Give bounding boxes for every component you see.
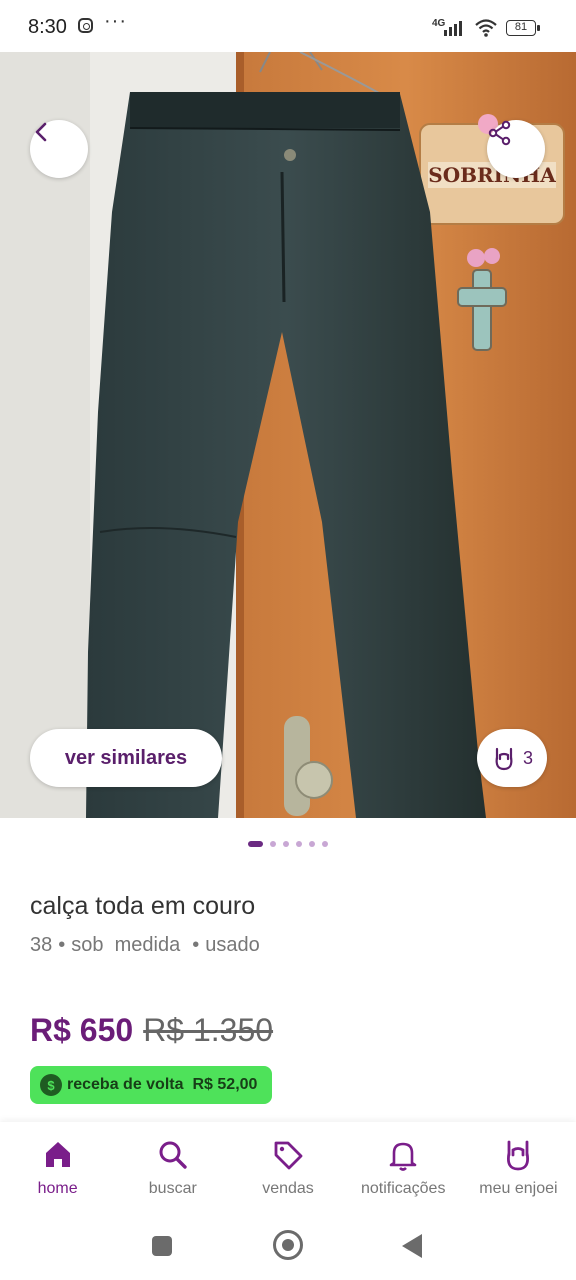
likes-button[interactable]: 3 (477, 729, 547, 787)
share-button[interactable] (487, 120, 545, 178)
rock-hand-icon (507, 1140, 530, 1171)
home-icon (45, 1142, 70, 1167)
bell-icon (389, 1142, 417, 1171)
nav-label-sales: vendas (262, 1180, 314, 1197)
tag-icon (274, 1141, 303, 1170)
pager-dot[interactable] (283, 841, 289, 847)
product-photo: SOBRINHA (0, 52, 576, 818)
system-home-button[interactable] (273, 1230, 303, 1260)
wifi-icon (475, 19, 497, 37)
back-button[interactable] (30, 120, 88, 178)
chevron-left-icon (35, 122, 47, 142)
price-row: R$ 650 R$ 1.350 (30, 1012, 273, 1049)
more-notifications-icon: ··· (104, 10, 127, 32)
nav-home[interactable]: home (0, 1122, 115, 1216)
current-price: R$ 650 (30, 1012, 134, 1048)
pager-dot[interactable] (296, 841, 302, 847)
product-size: 38 (30, 934, 53, 956)
system-back-button[interactable] (402, 1234, 422, 1258)
details-separator: • (58, 934, 66, 956)
status-time: 8:30 (28, 16, 67, 38)
cashback-badge[interactable]: $ receba de volta R$ 52,00 (30, 1066, 272, 1104)
see-similar-button[interactable]: ver similares (30, 729, 222, 787)
nav-label-my-enjoei: meu enjoei (479, 1180, 558, 1197)
pager-dot-active[interactable] (248, 841, 263, 847)
image-pager[interactable] (248, 840, 328, 848)
product-title: calça toda em couro (30, 892, 256, 920)
battery-indicator: 81 (506, 20, 540, 36)
signal-icon (444, 21, 462, 36)
nav-my-enjoei[interactable]: meu enjoei (461, 1122, 576, 1216)
product-image[interactable]: SOBRINHA (0, 52, 576, 818)
instagram-icon (78, 18, 93, 33)
nav-label-home: home (37, 1180, 78, 1197)
cashback-icon: $ (40, 1074, 62, 1096)
cashback-value: R$ 52,00 (192, 1076, 258, 1093)
nav-label-search: buscar (148, 1180, 197, 1197)
nav-label-notifications: notificações (360, 1180, 446, 1197)
search-icon (159, 1141, 187, 1169)
rock-hand-icon (495, 747, 513, 771)
status-bar: 8:30 ··· 4G 81 (0, 0, 576, 52)
nav-sales[interactable]: vendas (230, 1122, 345, 1216)
cashback-label: receba de volta (67, 1076, 184, 1093)
bottom-navigation: home buscar vendas notificações meu enjo… (0, 1122, 576, 1216)
recent-apps-button[interactable] (152, 1236, 172, 1256)
pager-dot[interactable] (322, 841, 328, 847)
pager-dot[interactable] (270, 841, 276, 847)
details-separator: • (192, 934, 200, 956)
product-condition: usado (205, 934, 260, 956)
original-price: R$ 1.350 (143, 1012, 274, 1048)
product-fit: sob medida (71, 934, 181, 956)
product-details: 38 • sob medida • usado (30, 934, 260, 957)
likes-count: 3 (522, 747, 533, 768)
pager-dot[interactable] (309, 841, 315, 847)
share-icon (488, 120, 511, 146)
nav-notifications[interactable]: notificações (346, 1122, 461, 1216)
nav-search[interactable]: buscar (115, 1122, 230, 1216)
